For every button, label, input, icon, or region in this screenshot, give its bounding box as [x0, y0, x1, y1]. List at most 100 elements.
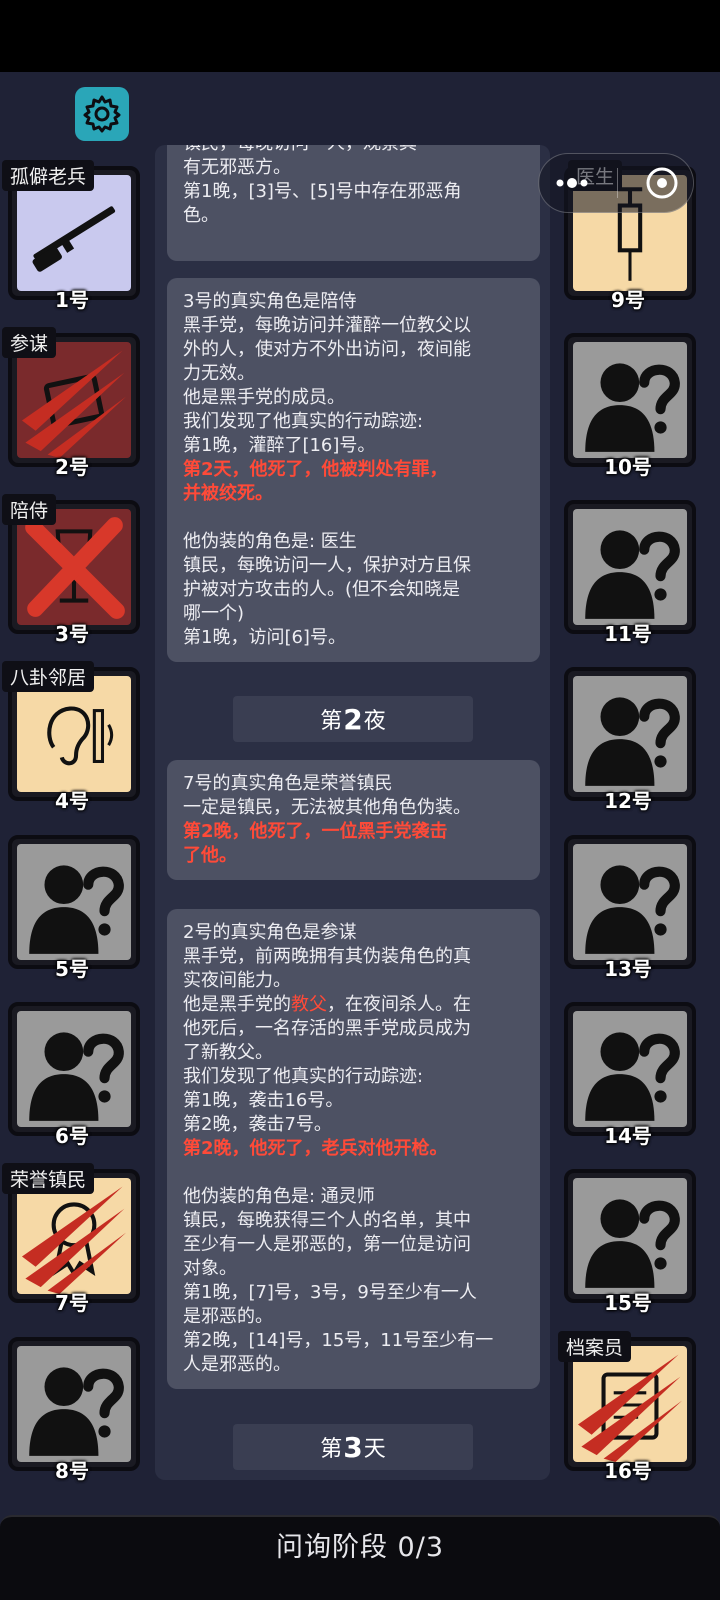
log-line: 力无效。	[183, 363, 255, 384]
log-text: ，在夜间杀人。在	[327, 994, 471, 1015]
settings-button[interactable]	[75, 87, 129, 141]
log-line: 他伪装的角色是: 医生	[183, 531, 357, 552]
log-line: 7号的真实角色是荣誉镇民	[183, 773, 393, 794]
seat-16[interactable]: 档案员 16号	[558, 1331, 698, 1491]
log-line: 实夜间能力。	[183, 970, 291, 991]
seat-number: 13号	[604, 957, 652, 981]
unknown-person-icon	[573, 1011, 687, 1127]
log-line: 色。	[183, 205, 219, 226]
log-card: 7号的真实角色是荣誉镇民 一定是镇民，无法被其他角色伪装。 第2晚，他死了，一位…	[167, 760, 540, 880]
log-line: 镇民，每晚访问一人，保护对方且保	[183, 555, 471, 576]
phase-number: 3	[343, 1430, 363, 1464]
log-line: 镇民，每晚获得三个人的名单，其中	[183, 1210, 471, 1231]
log-card: 镇民，每晚访问一人，观察其 有无邪恶方。 第1晚，[3]号、[5]号中存在邪恶角…	[167, 145, 540, 261]
seat-8[interactable]: 8号	[2, 1331, 142, 1491]
phase-divider: 第2夜	[233, 696, 473, 742]
seat-15[interactable]: 15号	[558, 1163, 698, 1323]
seat-number: 3号	[55, 622, 89, 646]
log-line: 第1晚，灌醉了[16]号。	[183, 435, 376, 456]
capsule-divider	[617, 168, 619, 198]
death-notice: 并被绞死。	[183, 483, 273, 504]
phase-label: 第	[320, 709, 343, 734]
target-icon[interactable]	[644, 165, 680, 201]
game-log-panel[interactable]: 镇民，每晚访问一人，观察其 有无邪恶方。 第1晚，[3]号、[5]号中存在邪恶角…	[155, 145, 550, 1480]
seat-7[interactable]: 荣誉镇民 7号	[2, 1163, 142, 1323]
role-tag: 陪侍	[2, 494, 57, 525]
rifle-icon	[32, 206, 116, 272]
highlight-text: 教父	[291, 994, 327, 1015]
seat-number: 6号	[55, 1124, 89, 1148]
unknown-person-icon	[573, 509, 687, 625]
seat-10[interactable]: 10号	[558, 327, 698, 487]
seat-number: 9号	[611, 288, 645, 312]
seat-4[interactable]: 八卦邻居 4号	[2, 661, 142, 821]
log-line: 他是黑手党的教父，在夜间杀人。在	[183, 993, 524, 1017]
log-line: 至少有一人是邪恶的，第一位是访问	[183, 1234, 471, 1255]
player-card[interactable]	[8, 1337, 140, 1471]
seat-6[interactable]: 6号	[2, 996, 142, 1156]
player-card[interactable]	[564, 667, 696, 801]
log-line: 他是黑手党的成员。	[183, 387, 345, 408]
death-notice: 第2晚，他死了，一位黑手党袭击	[183, 821, 448, 842]
death-notice: 第2晚，他死了，老兵对他开枪。	[183, 1138, 448, 1159]
log-line: 第2晚，[14]号，15号，11号至少有一	[183, 1330, 494, 1351]
role-tag: 荣誉镇民	[2, 1163, 95, 1194]
log-line: 第2晚，袭击7号。	[183, 1114, 332, 1135]
seat-number: 11号	[604, 622, 652, 646]
log-line: 镇民，每晚访问一人，观察其	[183, 145, 524, 156]
phase-bar[interactable]: 问询阶段 0/3	[0, 1515, 720, 1600]
seat-number: 12号	[604, 789, 652, 813]
seat-12[interactable]: 12号	[558, 661, 698, 821]
log-line: 我们发现了他真实的行动踪迹:	[183, 1066, 424, 1087]
cross-mark-icon	[25, 517, 125, 619]
log-line: 他死后，一名存活的黑手党成员成为	[183, 1018, 471, 1039]
log-line: 人是邪恶的。	[183, 1354, 291, 1375]
unknown-person-icon	[573, 844, 687, 960]
ear-icon	[47, 706, 114, 766]
log-card: 2号的真实角色是参谋 黑手党，前两晚拥有其伪装角色的真 实夜间能力。 他是黑手党…	[167, 909, 540, 1389]
log-line: 有无邪恶方。	[183, 157, 291, 178]
unknown-person-icon	[573, 676, 687, 792]
role-tag: 参谋	[2, 327, 57, 358]
unknown-person-icon	[17, 844, 131, 960]
log-card: 3号的真实角色是陪侍 黑手党，每晚访问并灌醉一位教父以 外的人，使对方不外出访问…	[167, 278, 540, 662]
phase-label: 夜	[363, 709, 386, 734]
log-line: 是邪恶的。	[183, 1306, 273, 1327]
log-line: 黑手党，前两晚拥有其伪装角色的真	[183, 946, 471, 967]
phase-label: 天	[363, 1437, 386, 1462]
log-line: 一定是镇民，无法被其他角色伪装。	[183, 797, 471, 818]
seat-number: 16号	[604, 1459, 652, 1483]
miniprogram-capsule	[538, 153, 694, 213]
player-card[interactable]	[8, 1002, 140, 1136]
seat-5[interactable]: 5号	[2, 829, 142, 989]
role-tag: 档案员	[558, 1331, 632, 1362]
log-line: 3号的真实角色是陪侍	[183, 291, 357, 312]
log-line: 护被对方攻击的人。(但不会知晓是	[183, 579, 461, 600]
player-card[interactable]	[564, 333, 696, 467]
seat-number: 10号	[604, 455, 652, 479]
player-card[interactable]	[8, 835, 140, 969]
more-dots-icon[interactable]	[552, 173, 592, 193]
player-card[interactable]	[564, 1002, 696, 1136]
role-tag: 八卦邻居	[2, 661, 95, 692]
phase-label: 第	[320, 1437, 343, 1462]
seat-number: 2号	[55, 455, 89, 479]
player-card[interactable]	[564, 1169, 696, 1303]
seat-3[interactable]: 陪侍 3号	[2, 494, 142, 654]
seat-2[interactable]: 参谋 2号	[2, 327, 142, 487]
phase-number: 2	[343, 702, 363, 736]
seat-13[interactable]: 13号	[558, 829, 698, 989]
seat-14[interactable]: 14号	[558, 996, 698, 1156]
seat-1[interactable]: 孤僻老兵 1号	[2, 160, 142, 320]
phase-divider: 第3天	[233, 1424, 473, 1470]
death-notice: 第2天，他死了，他被判处有罪，	[183, 459, 448, 480]
seat-number: 7号	[55, 1291, 89, 1315]
player-card[interactable]	[564, 500, 696, 634]
seat-11[interactable]: 11号	[558, 494, 698, 654]
log-line: 第1晚，[3]号、[5]号中存在邪恶角	[183, 181, 462, 202]
player-card[interactable]	[564, 835, 696, 969]
log-line: 他伪装的角色是: 通灵师	[183, 1186, 375, 1207]
claw-slash-icon	[21, 350, 127, 458]
log-line: 对象。	[183, 1258, 237, 1279]
